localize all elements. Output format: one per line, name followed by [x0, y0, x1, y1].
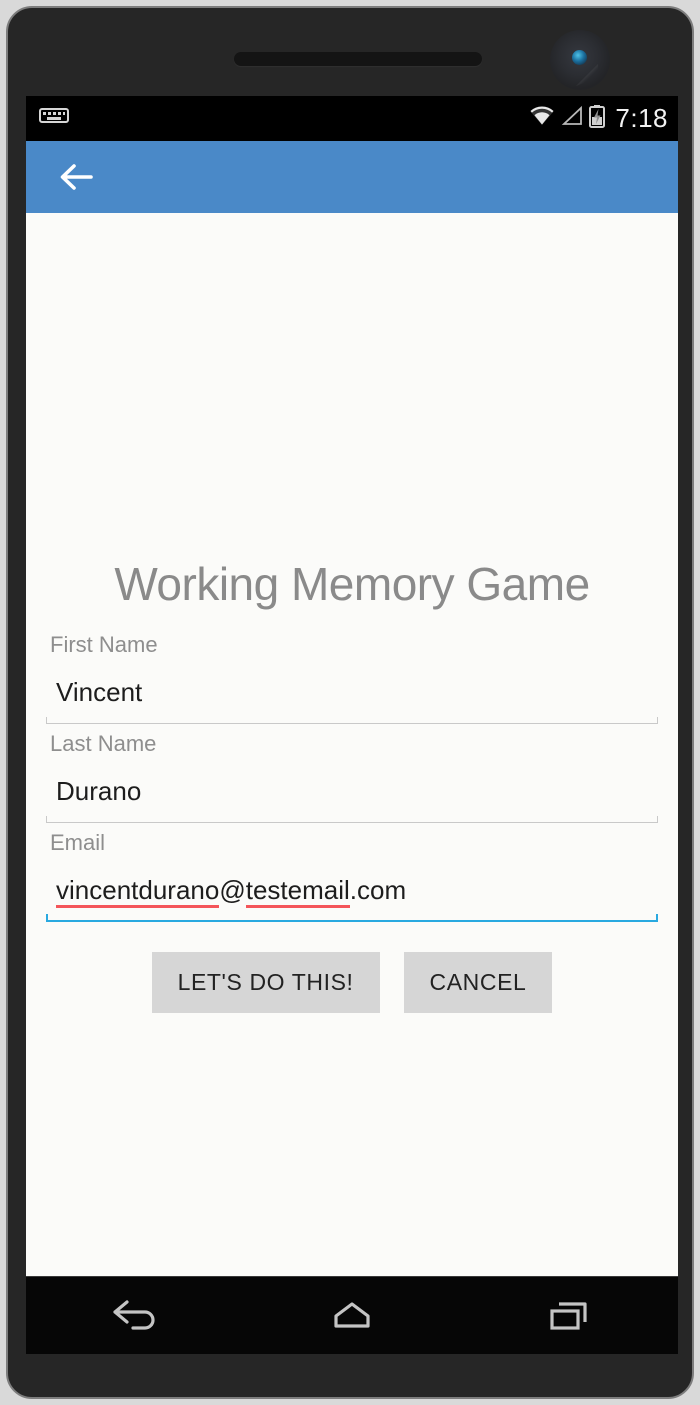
- earpiece-speaker: [234, 52, 482, 66]
- camera-lens-inner: [572, 50, 587, 65]
- field-label-last-name: Last Name: [50, 731, 157, 756]
- status-bar-clock: 7:18: [615, 103, 668, 133]
- nav-recents-icon[interactable]: [524, 1285, 614, 1347]
- field-email: Email vincentdurano@testemail.com: [34, 823, 670, 922]
- camera-glint: [576, 64, 598, 86]
- last-name-input[interactable]: Durano: [34, 759, 670, 823]
- field-label-email: Email: [50, 830, 106, 855]
- front-camera: [550, 30, 610, 90]
- email-input[interactable]: vincentdurano@testemail.com: [34, 858, 670, 922]
- app-bar: [26, 141, 678, 213]
- android-status-bar: 7:18: [26, 96, 678, 141]
- cell-signal-icon: [560, 105, 584, 132]
- first-name-underline: [46, 717, 658, 724]
- first-name-value: Vincent: [56, 676, 143, 707]
- email-underline-focused: [46, 914, 658, 922]
- spellcheck-underline: vincentdurano: [56, 874, 220, 905]
- field-first-name: First Name Vincent: [34, 625, 670, 724]
- email-value: vincentdurano@testemail.com: [56, 874, 407, 905]
- status-bar-right: 7:18: [528, 103, 668, 134]
- android-navigation-bar: [26, 1276, 678, 1354]
- back-arrow-icon[interactable]: [54, 155, 98, 199]
- cancel-button[interactable]: CANCEL: [403, 952, 553, 1013]
- form-action-buttons: LET'S DO THIS! CANCEL: [34, 922, 670, 1013]
- device-top-bezel: [8, 8, 692, 94]
- nav-back-icon[interactable]: [90, 1285, 180, 1347]
- keyboard-icon: [39, 106, 69, 131]
- page-title: Working Memory Game: [114, 558, 590, 610]
- field-label-first-name: First Name: [50, 632, 158, 657]
- phone-device: 7:18 Working Memory Game First Name Vinc…: [6, 6, 694, 1399]
- status-bar-left: [39, 106, 69, 131]
- wifi-icon: [528, 105, 556, 132]
- last-name-value: Durano: [56, 775, 142, 806]
- first-name-input[interactable]: Vincent: [34, 660, 670, 724]
- phone-screen: 7:18 Working Memory Game First Name Vinc…: [26, 96, 678, 1276]
- nav-home-icon[interactable]: [307, 1285, 397, 1347]
- last-name-underline: [46, 816, 658, 823]
- page-content: Working Memory Game First Name Vincent L…: [26, 213, 678, 1276]
- submit-button[interactable]: LET'S DO THIS!: [151, 952, 380, 1013]
- spellcheck-underline: testemail: [245, 874, 350, 905]
- field-last-name: Last Name Durano: [34, 724, 670, 823]
- battery-charging-icon: [588, 104, 606, 133]
